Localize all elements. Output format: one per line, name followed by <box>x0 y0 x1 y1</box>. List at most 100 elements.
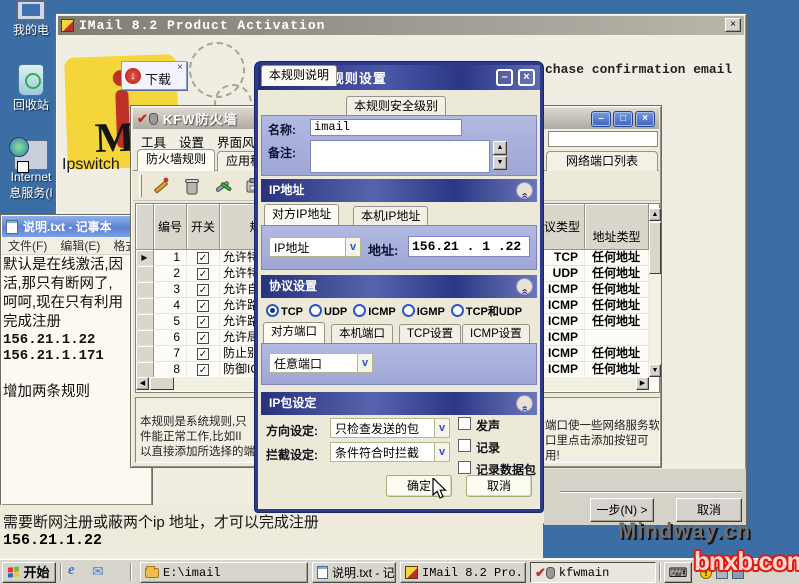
scroll-left-icon[interactable]: ◀ <box>136 377 149 390</box>
cell-switch[interactable]: ✓ <box>187 298 220 314</box>
log-packet-checkbox[interactable] <box>458 461 471 474</box>
cell-switch[interactable]: ✓ <box>187 266 220 282</box>
download-icon: ↓ <box>125 68 141 84</box>
minimize-icon[interactable]: – <box>496 69 513 86</box>
minimize-icon[interactable]: – <box>591 111 611 127</box>
checkbox-checked-icon[interactable]: ✓ <box>197 332 209 344</box>
direction-combobox[interactable]: 只检查发送的包v <box>330 418 450 438</box>
tab-remote-port[interactable]: 对方端口 <box>263 322 325 343</box>
notepad-text-area[interactable]: 默认是在线激活,因 活,那只有断网了, 呵呵,现在只有利用 完成注册 156.2… <box>3 256 150 503</box>
cancel-button[interactable]: 取消 <box>466 475 532 497</box>
scroll-up-icon[interactable]: ▲ <box>649 208 661 221</box>
window-controls: – □ × <box>591 111 655 127</box>
download-label[interactable]: 下载 <box>145 69 171 88</box>
download-popup[interactable]: ↓ 下载 × <box>121 61 187 90</box>
close-icon[interactable]: × <box>725 18 741 32</box>
imail-app-icon <box>61 19 74 32</box>
text-line: 呵呵,现在只有利用 <box>3 294 150 313</box>
tab-local-port[interactable]: 本机端口 <box>331 324 393 343</box>
name-input[interactable]: imail <box>310 119 462 136</box>
checkbox-checked-icon[interactable]: ✓ <box>197 284 209 296</box>
tab-rule-description[interactable]: 本规则说明 <box>261 65 337 86</box>
maximize-icon[interactable]: □ <box>613 111 633 127</box>
desktop-icon-iis[interactable]: Internet 息服务(I <box>2 140 60 201</box>
tools-icon[interactable] <box>211 174 235 197</box>
vertical-scrollbar[interactable]: ▲ ▼ <box>649 208 661 377</box>
scroll-up-icon[interactable]: ▲ <box>493 141 507 155</box>
checkbox-checked-icon[interactable]: ✓ <box>197 252 209 264</box>
taskbar-button-imail[interactable]: IMail 8.2 Pro... <box>400 562 526 583</box>
checkbox-checked-icon[interactable]: ✓ <box>197 348 209 360</box>
chevron-down-icon[interactable]: v <box>434 443 449 461</box>
scrollbar-thumb[interactable] <box>649 222 661 274</box>
desktop-icon-recycle-bin[interactable]: 回收站 <box>2 64 60 113</box>
delete-rule-icon[interactable] <box>180 174 204 197</box>
tab-firewall-rules[interactable]: 防火墙规则 <box>137 149 215 171</box>
row-marker <box>136 282 154 298</box>
keyboard-tray-button[interactable]: ⌨ <box>664 562 692 583</box>
header-no[interactable]: 编号 <box>154 204 187 249</box>
scroll-right-icon[interactable]: ▶ <box>636 377 649 390</box>
kfw-text-field[interactable] <box>548 131 658 147</box>
desktop-icon-my-computer[interactable]: 我的电 <box>2 0 60 38</box>
tab-icmp-settings[interactable]: ICMP设置 <box>462 324 530 343</box>
checkbox-checked-icon[interactable]: ✓ <box>197 364 209 376</box>
collapse-icon[interactable]: « <box>516 395 533 412</box>
checkbox-checked-icon[interactable]: ✓ <box>197 268 209 280</box>
radio-tcp-udp[interactable] <box>451 304 464 317</box>
imail-title-bar[interactable]: IMail 8.2 Product Activation <box>58 16 744 35</box>
row-marker <box>136 346 154 362</box>
scroll-down-icon[interactable]: ▼ <box>649 364 661 377</box>
ip-type-combobox[interactable]: IP地址v <box>269 237 361 257</box>
collapse-icon[interactable]: « <box>516 182 533 199</box>
cell-switch[interactable]: ✓ <box>187 250 220 266</box>
close-icon[interactable]: × <box>518 69 535 86</box>
taskbar-button-explorer[interactable]: E:\imail <box>140 562 308 583</box>
scrollbar-thumb[interactable] <box>150 377 174 390</box>
ie-quicklaunch-icon[interactable]: e <box>68 562 75 579</box>
taskbar-button-kfwmain[interactable]: ✔ kfwmain <box>530 562 656 583</box>
tab-remote-ip[interactable]: 对方IP地址 <box>264 204 339 225</box>
block-combobox[interactable]: 条件符合时拦截v <box>330 442 450 462</box>
header-switch[interactable]: 开关 <box>187 204 220 249</box>
edit-rule-icon[interactable] <box>149 174 173 197</box>
menu-file[interactable]: 文件(F) <box>8 237 47 254</box>
checkbox-checked-icon[interactable]: ✓ <box>197 316 209 328</box>
kfw-check-icon: ✔ <box>137 112 148 125</box>
radio-tcp[interactable] <box>266 304 279 317</box>
close-icon[interactable]: × <box>177 62 183 73</box>
checkbox-checked-icon[interactable]: ✓ <box>197 300 209 312</box>
tab-tcp-settings[interactable]: TCP设置 <box>399 324 461 343</box>
divider <box>659 563 661 581</box>
ip-address-input[interactable]: 156.21 . 1 .22 <box>408 236 530 257</box>
radio-igmp[interactable] <box>402 304 415 317</box>
chevron-down-icon[interactable]: v <box>357 354 372 372</box>
log-checkbox[interactable] <box>458 439 471 452</box>
tab-spacer <box>261 94 537 115</box>
taskbar-button-label: 说明.txt - 记... <box>332 564 396 581</box>
sound-checkbox[interactable] <box>458 417 471 430</box>
tab-local-ip[interactable]: 本机IP地址 <box>353 206 428 225</box>
notepad-title-bar[interactable]: 说明.txt - 记事本 <box>2 216 151 237</box>
cell-switch[interactable]: ✓ <box>187 362 220 378</box>
note-textarea[interactable] <box>310 140 490 173</box>
header-addr[interactable]: 地址类型 <box>585 204 649 249</box>
radio-udp[interactable] <box>309 304 322 317</box>
port-combobox[interactable]: 任意端口v <box>269 353 373 373</box>
start-button[interactable]: 开始 <box>2 562 56 583</box>
mouse-icon <box>149 113 158 125</box>
taskbar-button-notepad[interactable]: 说明.txt - 记... <box>312 562 396 583</box>
mail-quicklaunch-icon[interactable]: ✉ <box>92 563 104 580</box>
scroll-down-icon[interactable]: ▼ <box>493 156 507 170</box>
chevron-down-icon[interactable]: v <box>434 419 449 437</box>
close-icon[interactable]: × <box>635 111 655 127</box>
tab-port-list[interactable]: 网络端口列表 <box>546 151 658 171</box>
collapse-icon[interactable]: « <box>516 278 533 295</box>
cell-switch[interactable]: ✓ <box>187 282 220 298</box>
menu-edit[interactable]: 编辑(E) <box>60 237 100 254</box>
chevron-down-icon[interactable]: v <box>345 238 360 256</box>
cell-switch[interactable]: ✓ <box>187 330 220 346</box>
radio-icmp[interactable] <box>353 304 366 317</box>
cell-switch[interactable]: ✓ <box>187 346 220 362</box>
cell-switch[interactable]: ✓ <box>187 314 220 330</box>
